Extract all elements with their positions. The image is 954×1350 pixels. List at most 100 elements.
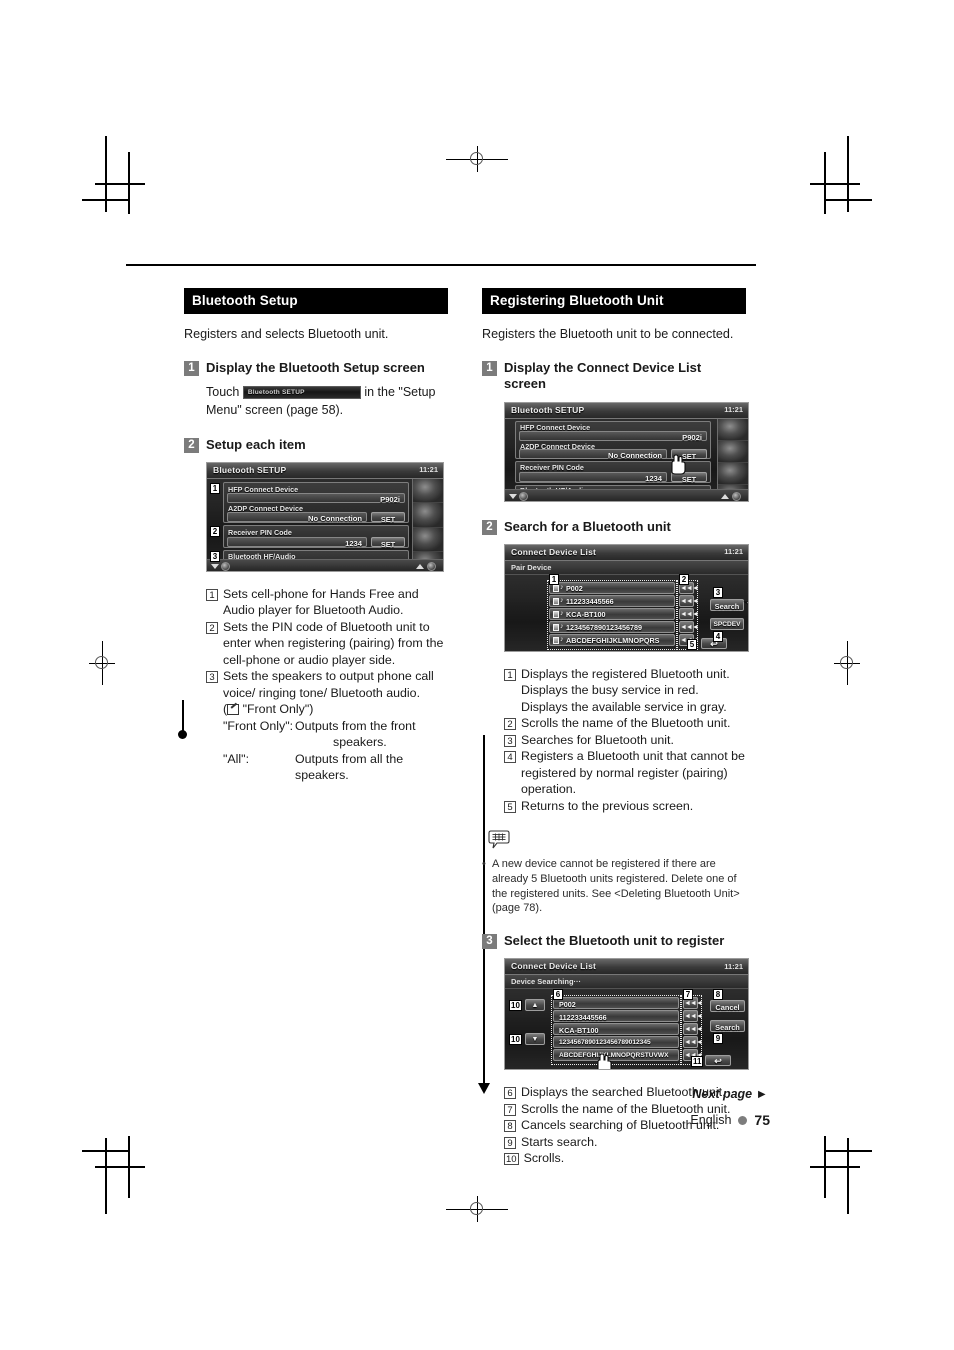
volume-knob-left[interactable] xyxy=(221,561,230,571)
source-icon[interactable] xyxy=(413,478,443,504)
connect-device-group: HFP Connect Device P902i A2DP Connect De… xyxy=(223,481,409,523)
receiver-pin-code-label: Receiver PIN Code xyxy=(228,527,292,537)
device-list: P002 112233445566 KCA-BT100 123456789012… xyxy=(553,997,679,1063)
volume-knob-left[interactable] xyxy=(519,491,528,501)
a2dp-value-bar[interactable]: No Connection xyxy=(519,448,667,460)
volume-knob-right[interactable] xyxy=(427,561,436,571)
scroll-down-button[interactable]: ▼ xyxy=(525,1033,545,1046)
pin-value-bar[interactable]: 1234 xyxy=(519,471,667,483)
left-step-1-body: Touch Bluetooth SETUP in the "Setup Menu… xyxy=(206,383,448,419)
hfp-value-bar[interactable]: P902i xyxy=(519,430,707,442)
step-number-badge: 2 xyxy=(184,437,199,453)
name-scroll-button[interactable]: ◄◄◄ xyxy=(679,607,699,620)
right-step-3: 3 Select the Bluetooth unit to register xyxy=(482,933,746,950)
device-searching-screen-mockup: Connect Device List 11:21 Device Searchi… xyxy=(504,958,749,1071)
device-list: ♪ P002 ♪ 112233445566 ♪ KCA-BT100 ♪ 1234… xyxy=(549,581,675,648)
hfp-value-bar[interactable]: P902i xyxy=(227,492,405,504)
left-step-2: 2 Setup each item xyxy=(184,437,448,453)
source-icon[interactable] xyxy=(718,418,748,441)
list-item[interactable]: ♪ KCA-BT100 xyxy=(549,607,675,620)
right-step-1: 1 Display the Connect Device List screen xyxy=(482,360,746,393)
return-button[interactable]: ↩ xyxy=(705,1055,731,1067)
option-value-cont: speakers. xyxy=(333,735,387,750)
volume-knob-right[interactable] xyxy=(732,491,741,501)
scroll-up-icon[interactable] xyxy=(721,493,729,499)
device-name: 112233445566 xyxy=(566,597,614,607)
hfp-connect-device-value: P902i xyxy=(380,494,400,504)
name-scroll-button[interactable]: ◄◄◄ xyxy=(683,1023,703,1036)
pencil-icon xyxy=(227,704,240,716)
section-heading-bluetooth-setup: Bluetooth Setup xyxy=(184,288,448,314)
scroll-up-button[interactable]: ▲ xyxy=(525,999,545,1012)
list-item[interactable]: ♪ ABCDEFGHIJKLMNOPQRS xyxy=(549,633,675,646)
hand-pointer-icon xyxy=(743,601,748,605)
scroll-up-icon[interactable] xyxy=(416,563,424,569)
pin-value-bar[interactable]: 1234 xyxy=(227,536,367,548)
pair-device-label: Pair Device xyxy=(511,562,552,572)
right-step-2: 2 Search for a Bluetooth unit xyxy=(482,519,746,535)
screen-bottom-bar xyxy=(505,488,718,501)
note-bullet: • xyxy=(482,858,486,871)
a2dp-value-bar[interactable]: No Connection xyxy=(227,511,367,523)
step-number-badge: 3 xyxy=(482,934,497,950)
device-icon xyxy=(553,584,559,592)
list-item[interactable]: ♪ 112233445566 xyxy=(549,594,675,607)
list-item: 9 Starts search. xyxy=(504,1134,746,1151)
a2dp-set-button[interactable]: SET xyxy=(371,511,405,523)
bluetooth-setup-screen-mockup: Bluetooth SETUP 11:21 HFP Connect Device… xyxy=(206,461,444,572)
disc-icon[interactable] xyxy=(413,527,443,553)
search-button[interactable]: Search xyxy=(710,598,744,611)
list-item[interactable]: 112233445566 xyxy=(553,1010,679,1023)
device-name: P002 xyxy=(566,584,583,594)
step-number-badge: 1 xyxy=(482,361,497,376)
list-item: 1 Sets cell-phone for Hands Free and Aud… xyxy=(206,586,448,619)
list-item: 3 Sets the speakers to output phone call… xyxy=(206,668,448,784)
receiver-pin-code-value: 1234 xyxy=(345,538,362,548)
device-name: KCA-BT100 xyxy=(559,1025,599,1035)
pin-set-button[interactable]: SET xyxy=(371,536,405,548)
explanation-number: 7 xyxy=(504,1103,516,1116)
name-scroll-button[interactable]: ◄◄◄ xyxy=(683,1036,703,1049)
list-item[interactable]: ABCDEFGHIJKLMNOPQRSTUVWX xyxy=(553,1049,679,1062)
next-page-link[interactable]: Next page ► xyxy=(692,1087,768,1101)
step-number-badge: 2 xyxy=(482,519,497,535)
screen-body: ▲ ▼ P002 112233445566 KCA-BT100 12345678… xyxy=(505,989,748,1070)
cancel-button[interactable]: Cancel xyxy=(710,1000,745,1013)
list-item[interactable]: KCA-BT100 xyxy=(553,1023,679,1036)
left-intro-text: Registers and selects Bluetooth unit. xyxy=(184,327,389,341)
device-icon xyxy=(553,636,559,644)
music-note-icon: ♪ xyxy=(560,636,564,644)
scroll-down-icon[interactable] xyxy=(211,563,219,569)
device-name: KCA-BT100 xyxy=(566,610,606,620)
name-scroll-button[interactable]: ◄◄◄ xyxy=(679,620,699,633)
connect-device-list-screen-mockup: Connect Device List 11:21 Pair Device ♪ … xyxy=(504,543,749,652)
screen-subtitle-bar: Pair Device xyxy=(505,560,748,575)
explanation-number: 2 xyxy=(206,621,218,634)
scroll-down-icon[interactable] xyxy=(509,493,517,499)
hand-cursor-icon xyxy=(597,1053,612,1070)
screen-titlebar: Connect Device List 11:21 xyxy=(505,544,748,561)
explanation-number: 3 xyxy=(504,734,516,747)
av-icon[interactable] xyxy=(718,440,748,463)
disc-icon[interactable] xyxy=(718,462,748,485)
note-balloon-icon xyxy=(488,830,510,849)
name-scroll-button[interactable]: ◄◄◄ xyxy=(683,1010,703,1023)
list-item[interactable]: 1234567890123456789012345 xyxy=(553,1036,679,1049)
bluetooth-setup-button-graphic[interactable]: Bluetooth SETUP xyxy=(242,386,361,400)
explanation-number: 3 xyxy=(206,671,218,684)
right-column: Registering Bluetooth Unit Registers the… xyxy=(482,288,749,1167)
av-icon[interactable] xyxy=(413,503,443,528)
screen-callout-1: 1 xyxy=(549,573,559,585)
special-device-button[interactable]: SPCDEV xyxy=(710,617,744,630)
clock-display: 11:21 xyxy=(724,405,743,414)
music-note-icon: ♪ xyxy=(560,610,564,618)
screen-bottom-bar xyxy=(207,558,413,571)
list-item[interactable]: P002 xyxy=(553,997,679,1010)
name-scroll-button[interactable]: ◄◄◄ xyxy=(679,594,699,607)
screen-body: ♪ P002 ♪ 112233445566 ♪ KCA-BT100 ♪ 1234… xyxy=(505,573,748,651)
device-name: 1234567890123456789012345 xyxy=(559,1038,651,1046)
search-button[interactable]: Search xyxy=(710,1020,745,1033)
list-item[interactable]: ♪ P002 xyxy=(549,581,675,594)
list-item[interactable]: ♪ 1234567890123456789 xyxy=(549,620,675,633)
explanation-text: Starts search. xyxy=(521,1134,598,1149)
